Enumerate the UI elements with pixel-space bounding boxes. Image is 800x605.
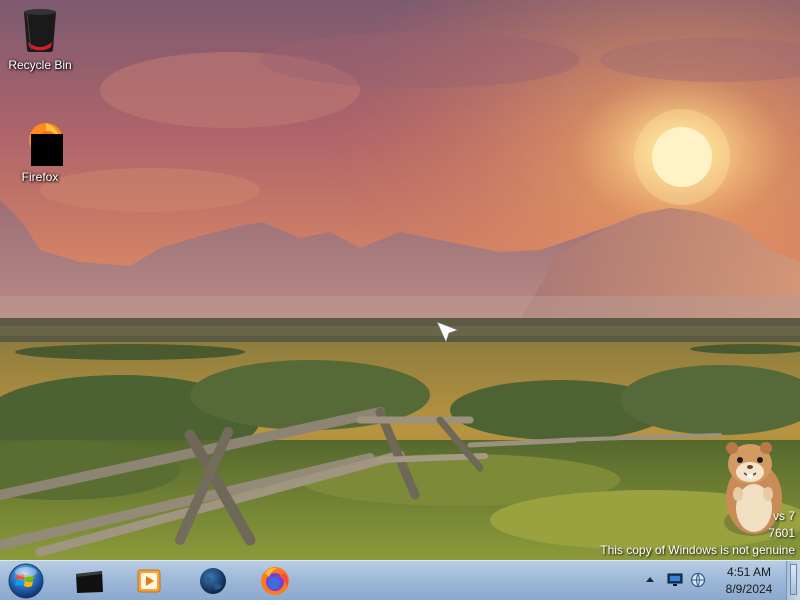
- show-hidden-icons-arrow-icon: [646, 577, 654, 582]
- firefox-label: Firefox: [21, 170, 59, 184]
- monitor-icon: [667, 573, 683, 586]
- start-button[interactable]: [6, 562, 46, 600]
- watermark-line-1: vs 7: [772, 509, 795, 523]
- black-window-icon: [76, 570, 103, 593]
- globe-icon: [200, 567, 226, 594]
- recycle-bin-desktop-icon[interactable]: Recycle Bin: [1, 6, 79, 72]
- desktop-wallpaper: [0, 0, 800, 560]
- taskbar-item-explorer-window[interactable]: [62, 563, 116, 598]
- clock-date: 8/9/2024: [725, 582, 773, 596]
- windows-start-orb-icon: [8, 563, 44, 599]
- show-desktop-glass: [790, 564, 797, 595]
- tray-network-button[interactable]: [690, 572, 706, 588]
- taskbar-clock[interactable]: 4:51 AM 8/9/2024: [712, 564, 786, 598]
- firefox-desktop-icon[interactable]: Firefox: [1, 118, 79, 184]
- taskbar: 4:51 AM 8/9/2024: [0, 560, 800, 600]
- windows-not-genuine-watermark: vs 7 7601 This copy of Windows is not ge…: [600, 508, 795, 559]
- recycle-bin-label: Recycle Bin: [8, 58, 72, 72]
- show-hidden-icons-button[interactable]: [645, 573, 655, 585]
- network-icon: [690, 572, 706, 588]
- clock-time: 4:51 AM: [726, 565, 772, 579]
- taskbar-item-firefox[interactable]: [248, 563, 302, 598]
- firefox-icon: [261, 566, 289, 595]
- media-player-icon: [137, 569, 161, 592]
- watermark-line-2: 7601: [768, 526, 795, 540]
- watermark-line-3: This copy of Windows is not genuine: [600, 543, 795, 557]
- firefox-icon: [16, 118, 64, 166]
- tray-monitor-button[interactable]: [667, 573, 683, 587]
- taskbar-item-app-globe[interactable]: [186, 563, 240, 598]
- show-desktop-button[interactable]: [786, 561, 800, 600]
- recycle-bin-icon: [16, 6, 64, 54]
- taskbar-item-media-player[interactable]: [122, 563, 176, 598]
